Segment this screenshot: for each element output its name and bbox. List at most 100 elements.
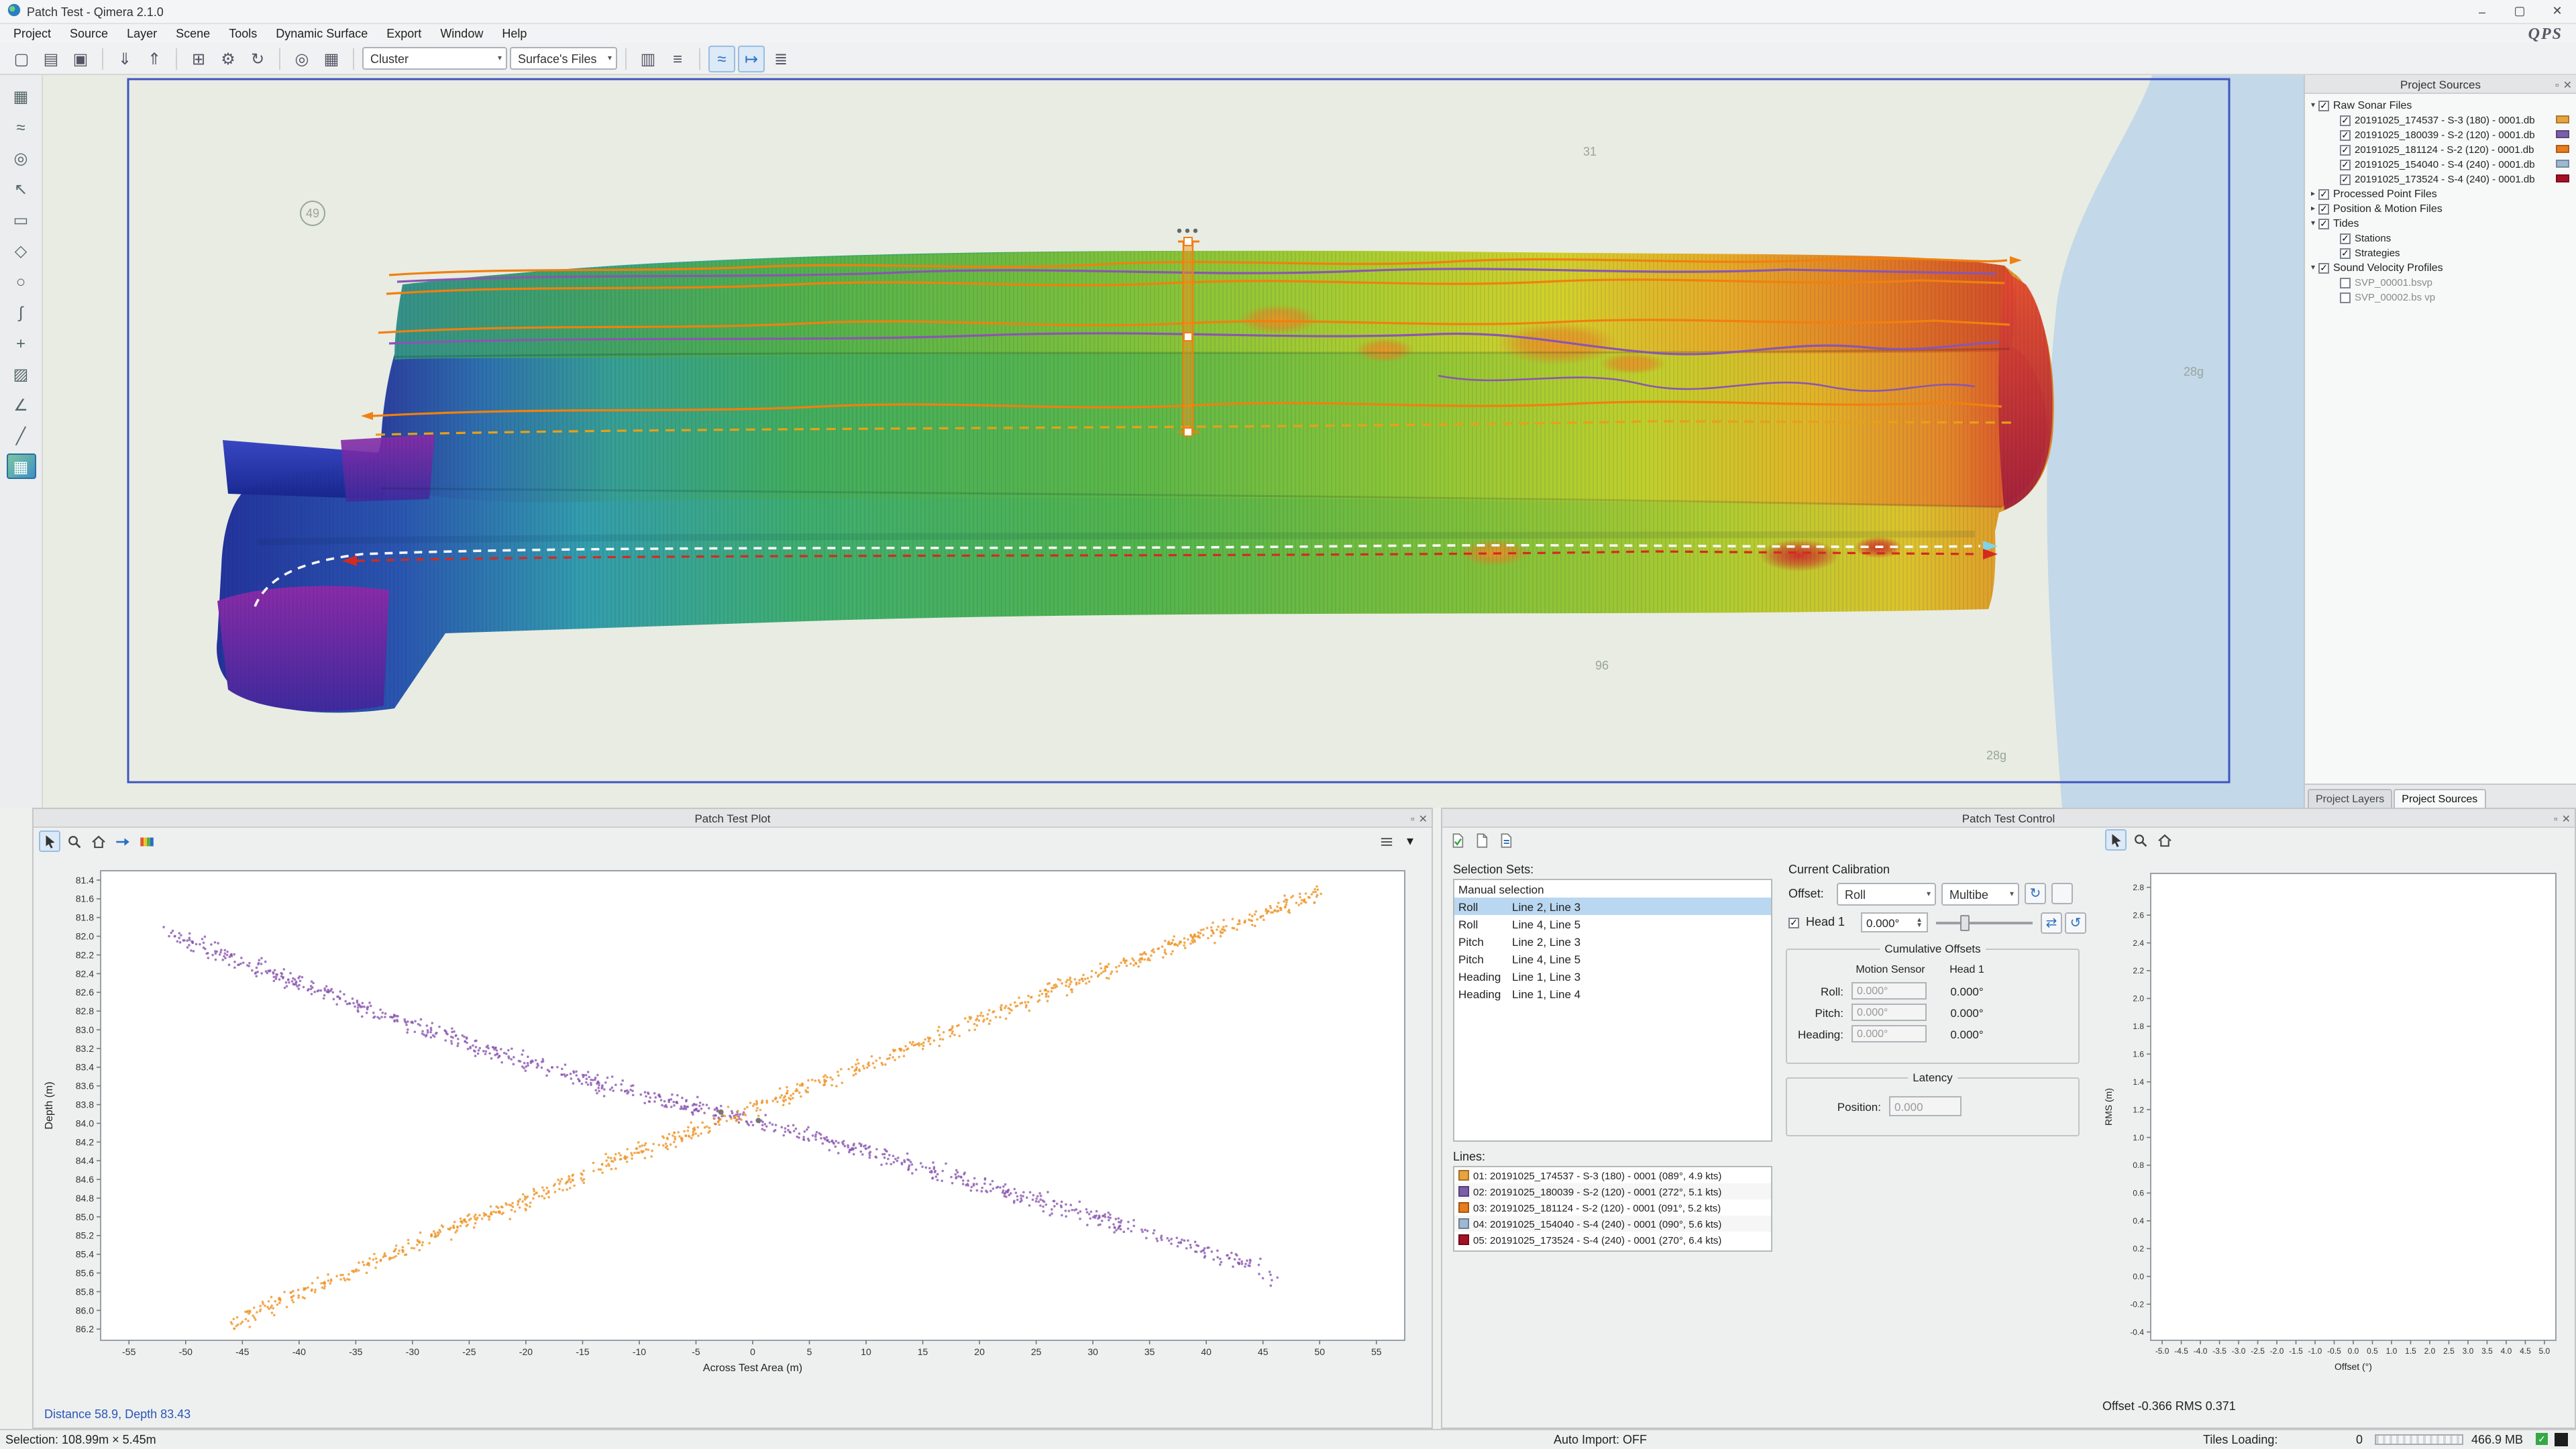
offset-type-combo[interactable]: Roll▾ xyxy=(1837,883,1936,906)
cursor-tool[interactable] xyxy=(39,830,60,852)
tree-item[interactable]: ▾Sound Velocity Profiles xyxy=(2308,260,2573,275)
grid-icon[interactable]: ▦ xyxy=(6,83,36,109)
ellipse-select-icon[interactable]: ○ xyxy=(6,268,36,294)
checkbox[interactable] xyxy=(2318,262,2329,273)
float-icon[interactable]: ▫ xyxy=(2554,812,2558,824)
tree-caret-icon[interactable]: ▸ xyxy=(2308,189,2318,199)
scene-view[interactable]: 493128g9628g xyxy=(43,75,2304,808)
tree-caret-icon[interactable]: ▾ xyxy=(2308,219,2318,228)
track-tool[interactable] xyxy=(111,830,133,852)
profile-icon[interactable]: ≈ xyxy=(6,114,36,140)
menu-dynamic-surface[interactable]: Dynamic Surface xyxy=(266,25,377,42)
menu-export[interactable]: Export xyxy=(377,25,431,42)
tree-item[interactable]: 20191025_180039 - S-2 (120) - 0001.db xyxy=(2308,127,2573,142)
checkbox[interactable] xyxy=(2340,159,2351,170)
rms-home-tool[interactable] xyxy=(2153,829,2175,851)
save-icon[interactable]: ▣ xyxy=(67,45,94,72)
tree-caret-icon[interactable]: ▾ xyxy=(2308,101,2318,110)
line-row[interactable]: 03: 20191025_181124 - S-2 (120) - 0001 (… xyxy=(1454,1199,1771,1216)
checkbox[interactable] xyxy=(2318,203,2329,214)
close-icon[interactable]: ✕ xyxy=(2562,812,2571,824)
checkbox[interactable] xyxy=(2340,248,2351,258)
selection-set-row[interactable]: PitchLine 2, Line 3 xyxy=(1454,932,1771,950)
tree-item[interactable]: 20191025_154040 - S-4 (240) - 0001.db xyxy=(2308,157,2573,172)
tree-item[interactable]: 20191025_181124 - S-2 (120) - 0001.db xyxy=(2308,142,2573,157)
report-tool[interactable] xyxy=(1495,829,1516,851)
minimize-button[interactable]: – xyxy=(2463,0,2501,23)
checkbox[interactable] xyxy=(2340,277,2351,288)
angle-icon[interactable]: ∠ xyxy=(6,392,36,417)
reset-offset-button[interactable]: ↺ xyxy=(2065,912,2086,934)
line-row[interactable]: 02: 20191025_180039 - S-2 (120) - 0001 (… xyxy=(1454,1183,1771,1199)
eraser-icon[interactable]: ▨ xyxy=(6,361,36,386)
cursor-icon[interactable]: ↖ xyxy=(6,176,36,201)
tab-project-layers[interactable]: Project Layers xyxy=(2308,789,2392,808)
selection-set-row[interactable]: PitchLine 4, Line 5 xyxy=(1454,950,1771,967)
tree-item[interactable]: ▸Position & Motion Files xyxy=(2308,201,2573,216)
selection-set-row[interactable]: HeadingLine 1, Line 3 xyxy=(1454,967,1771,985)
tree-item[interactable]: SVP_00001.bsvp xyxy=(2308,275,2573,290)
checkbox[interactable] xyxy=(2340,129,2351,140)
menu-help[interactable]: Help xyxy=(492,25,536,42)
map-canvas[interactable]: 493128g9628g xyxy=(43,75,2304,808)
multibeam-combo[interactable]: Multibe▾ xyxy=(1941,883,2019,906)
new-project-icon[interactable]: ▢ xyxy=(8,45,35,72)
checkbox[interactable] xyxy=(2340,115,2351,125)
accept-doc-tool[interactable] xyxy=(1446,829,1468,851)
tree-item[interactable]: Strategies xyxy=(2308,246,2573,260)
polygon-select-icon[interactable]: ◇ xyxy=(6,237,36,263)
lasso-select-icon[interactable]: ∫ xyxy=(6,299,36,325)
surface-view-icon[interactable]: ▦ xyxy=(6,453,36,479)
grid-view-icon[interactable]: ▥ xyxy=(635,45,661,72)
home-tool[interactable] xyxy=(87,830,109,852)
layers-icon[interactable]: ▦ xyxy=(318,45,345,72)
tree-item[interactable]: 20191025_174537 - S-3 (180) - 0001.db xyxy=(2308,113,2573,127)
tree-caret-icon[interactable]: ▸ xyxy=(2308,204,2318,213)
selection-set-row[interactable]: HeadingLine 1, Line 4 xyxy=(1454,985,1771,1002)
add-surface-icon[interactable]: ⊞ xyxy=(185,45,212,72)
zoom-tool[interactable] xyxy=(63,830,85,852)
sync-heads-button[interactable]: ⇄ xyxy=(2041,912,2062,934)
surface-files-combo[interactable]: Surface's Files▾ xyxy=(510,47,617,70)
colorbar-tool[interactable] xyxy=(136,830,157,852)
checkbox[interactable] xyxy=(2340,292,2351,303)
spinner-arrows-icon[interactable]: ▲▼ xyxy=(1916,917,1923,928)
selection-set-row[interactable]: Manual selection xyxy=(1454,880,1771,898)
zoom-tools-icon[interactable]: ◎ xyxy=(288,45,315,72)
ruler-icon[interactable]: ╱ xyxy=(6,423,36,448)
menu-window[interactable]: Window xyxy=(431,25,492,42)
tree-caret-icon[interactable]: ▾ xyxy=(2308,263,2318,272)
selection-set-row[interactable]: RollLine 4, Line 5 xyxy=(1454,915,1771,932)
checkbox[interactable] xyxy=(2340,144,2351,155)
checkbox[interactable] xyxy=(2340,174,2351,184)
line-row[interactable]: 05: 20191025_173524 - S-4 (240) - 0001 (… xyxy=(1454,1232,1771,1248)
lines-list[interactable]: 01: 20191025_174537 - S-3 (180) - 0001 (… xyxy=(1453,1166,1772,1252)
slice-toggle-icon[interactable]: ≈ xyxy=(708,45,735,72)
checkbox[interactable] xyxy=(2318,189,2329,199)
import-icon[interactable]: ⇓ xyxy=(111,45,138,72)
menu-tools[interactable]: Tools xyxy=(219,25,266,42)
offset-slider[interactable] xyxy=(1936,912,2033,934)
depth-scatter-plot[interactable]: -55-50-45-40-35-30-25-20-15-10-505101520… xyxy=(34,857,1434,1402)
checkbox[interactable] xyxy=(2340,233,2351,244)
float-icon[interactable]: ▫ xyxy=(2555,78,2559,91)
lines-toggle-icon[interactable]: ≣ xyxy=(767,45,794,72)
close-icon[interactable]: ✕ xyxy=(2563,78,2572,91)
cluster-combo[interactable]: Cluster▾ xyxy=(362,47,507,70)
menu-source[interactable]: Source xyxy=(60,25,117,42)
refresh-icon[interactable]: ↻ xyxy=(244,45,271,72)
aux-calibration-button[interactable] xyxy=(2051,883,2073,904)
menu-layer[interactable]: Layer xyxy=(117,25,166,42)
export-icon[interactable]: ⇑ xyxy=(141,45,168,72)
rms-cursor-tool[interactable] xyxy=(2105,829,2127,851)
selection-set-row[interactable]: RollLine 2, Line 3 xyxy=(1454,898,1771,915)
plot-menu-chevron[interactable]: ▾ xyxy=(1399,830,1421,852)
recompute-button[interactable]: ↻ xyxy=(2025,883,2046,904)
settings-icon[interactable]: ⚙ xyxy=(215,45,241,72)
tree-item[interactable]: SVP_00002.bs vp xyxy=(2308,290,2573,305)
tree-item[interactable]: ▾Tides xyxy=(2308,216,2573,231)
contours-icon[interactable]: ≡ xyxy=(664,45,691,72)
line-row[interactable]: 01: 20191025_174537 - S-3 (180) - 0001 (… xyxy=(1454,1167,1771,1183)
tree-item[interactable]: 20191025_173524 - S-4 (240) - 0001.db xyxy=(2308,172,2573,186)
checkbox[interactable] xyxy=(2318,100,2329,111)
